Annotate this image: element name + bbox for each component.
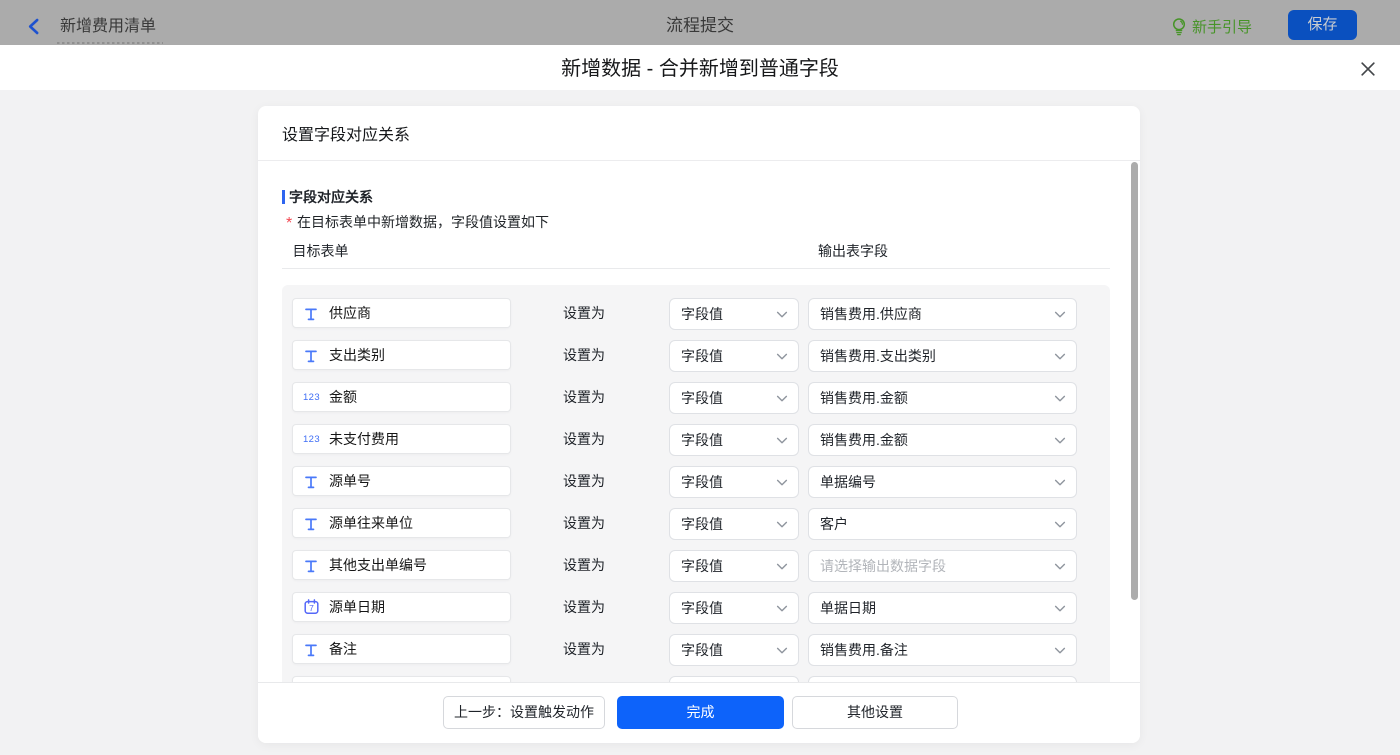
svg-text:7: 7 [309, 603, 314, 613]
